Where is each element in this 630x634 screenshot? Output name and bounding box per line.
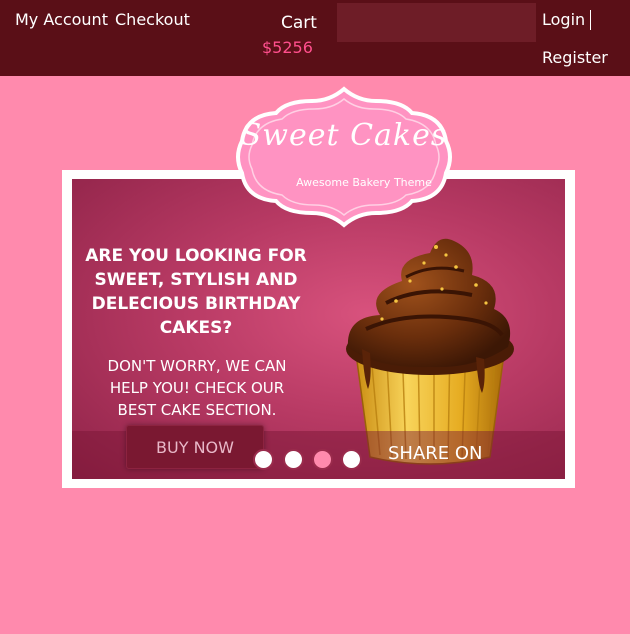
login-link[interactable]: Login: [542, 10, 592, 30]
checkout-link[interactable]: Checkout: [115, 10, 190, 29]
search-input[interactable]: [337, 3, 536, 42]
slide-dot-1[interactable]: [253, 449, 274, 470]
cart-total: $5256: [262, 38, 313, 57]
slide-subline: Don't worry, we can help you! Check our …: [107, 357, 287, 419]
sweet-cakes-logo[interactable]: [232, 85, 456, 229]
logo-title: Sweet Cakes: [240, 118, 448, 153]
share-on-label[interactable]: Share On: [388, 443, 483, 464]
slide-headline: Are you looking for sweet, stylish and d…: [85, 246, 307, 338]
register-link[interactable]: Register: [542, 48, 608, 67]
slide-dot-3[interactable]: [312, 449, 333, 470]
cart-label[interactable]: Cart: [281, 13, 317, 33]
slide-dot-2[interactable]: [283, 449, 304, 470]
top-navigation-bar: My Account Checkout Cart $5256 Login Reg…: [0, 0, 630, 76]
buy-now-button[interactable]: Buy Now: [126, 425, 264, 469]
logo-tagline: Awesome Bakery Theme: [296, 176, 432, 189]
slide-dot-4[interactable]: [341, 449, 362, 470]
my-account-link[interactable]: My Account: [15, 10, 108, 29]
